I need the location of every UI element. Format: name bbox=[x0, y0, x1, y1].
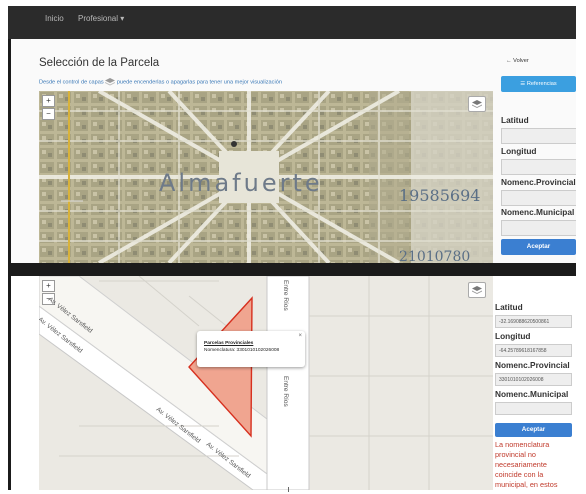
latitud-input[interactable] bbox=[501, 128, 576, 144]
longitud-input[interactable] bbox=[501, 159, 576, 175]
coordinates-sidebar-bottom: Latitud -32.169088620500861 Longitud -64… bbox=[493, 276, 576, 490]
zoom-out-button[interactable]: − bbox=[42, 108, 55, 120]
popup-title: Parcelas Provinciales bbox=[204, 341, 254, 346]
longitud-input-2[interactable]: -64.25789618167858 bbox=[495, 344, 572, 357]
zoom-in-button[interactable]: + bbox=[42, 95, 55, 107]
top-navbar: Inicio Profesional ▾ bbox=[8, 6, 576, 39]
coordinates-sidebar-top: ← Volver ☰ Referencias Latitud Longitud … bbox=[501, 39, 576, 263]
nomenc-municipal-label: Nomenc.Municipal bbox=[501, 207, 575, 217]
screenshot-frame: Inicio Profesional ▾ Selección de la Par… bbox=[8, 6, 576, 490]
layers-stack-icon bbox=[472, 286, 482, 294]
nomenc-municipal-input[interactable] bbox=[501, 220, 576, 236]
nomenclature-warning: La nomenclatura provincial no necesariam… bbox=[495, 440, 558, 489]
latitud-input-2[interactable]: -32.169088620500861 bbox=[495, 315, 572, 328]
cursor-marker bbox=[231, 141, 237, 147]
layers-stack-icon bbox=[472, 100, 482, 108]
nav-profesional-dropdown[interactable]: Profesional ▾ bbox=[78, 14, 124, 23]
nomenc-municipal-input-2[interactable] bbox=[495, 402, 572, 415]
nomenc-provincial-label: Nomenc.Provincial bbox=[501, 177, 576, 187]
page-tick-mark bbox=[288, 487, 289, 492]
map-place-label: Almafuerte bbox=[159, 169, 323, 197]
street-map-graphics bbox=[39, 276, 493, 490]
parcel-number-label: 19585694 bbox=[399, 186, 481, 205]
latitud-label: Latitud bbox=[501, 115, 529, 125]
popup-close-icon[interactable]: × bbox=[298, 333, 302, 339]
parcel-selection-view-bottom: + − Av. Vélez Sarsfield Av. Vélez Sarsfi… bbox=[11, 276, 576, 490]
satellite-map[interactable]: + − Almafuerte 19585694 21010780 bbox=[39, 91, 493, 263]
nomenc-provincial-label-2: Nomenc.Provincial bbox=[495, 360, 570, 370]
layer-control-hint: Desde el control de capas puede encender… bbox=[39, 78, 282, 86]
accept-button[interactable]: Aceptar bbox=[501, 239, 576, 255]
nav-inicio[interactable]: Inicio bbox=[45, 14, 64, 23]
references-button[interactable]: ☰ Referencias bbox=[501, 76, 576, 92]
accept-button-2[interactable]: Aceptar bbox=[495, 423, 572, 437]
parcel-number-label-2: 21010780 bbox=[399, 249, 471, 263]
road-label-entre-rios-2: Entre Ríos bbox=[282, 376, 289, 407]
street-map[interactable]: + − Av. Vélez Sarsfield Av. Vélez Sarsfi… bbox=[39, 276, 493, 490]
longitud-label: Longitud bbox=[501, 146, 537, 156]
screenshot-divider bbox=[8, 263, 576, 276]
nomenc-provincial-input-2[interactable]: 3301010102026008 bbox=[495, 373, 572, 386]
layers-icon bbox=[105, 78, 116, 86]
popup-nomenclature: Nomenclatura: 3301010102026008 bbox=[204, 348, 280, 353]
parcel-info-popup: Parcelas Provinciales Nomenclatura: 3301… bbox=[197, 331, 305, 367]
hint-text-after: puede encenderlas o apagarlas para tener… bbox=[116, 79, 282, 86]
layer-switcher-button-2[interactable] bbox=[468, 282, 486, 298]
nomenc-provincial-input[interactable] bbox=[501, 190, 576, 206]
zoom-in-button-2[interactable]: + bbox=[42, 280, 55, 292]
page-title: Selección de la Parcela bbox=[39, 57, 160, 69]
back-link[interactable]: ← Volver bbox=[506, 58, 529, 64]
hint-text-before: Desde el control de capas bbox=[39, 79, 104, 86]
longitud-label-2: Longitud bbox=[495, 331, 531, 341]
parcel-selection-view-top: Selección de la Parcela Desde el control… bbox=[11, 39, 576, 263]
road-label-entre-rios-1: Entre Ríos bbox=[282, 280, 289, 311]
latitud-label-2: Latitud bbox=[495, 302, 523, 312]
layer-switcher-button[interactable] bbox=[468, 96, 486, 112]
nomenc-municipal-label-2: Nomenc.Municipal bbox=[495, 389, 569, 399]
